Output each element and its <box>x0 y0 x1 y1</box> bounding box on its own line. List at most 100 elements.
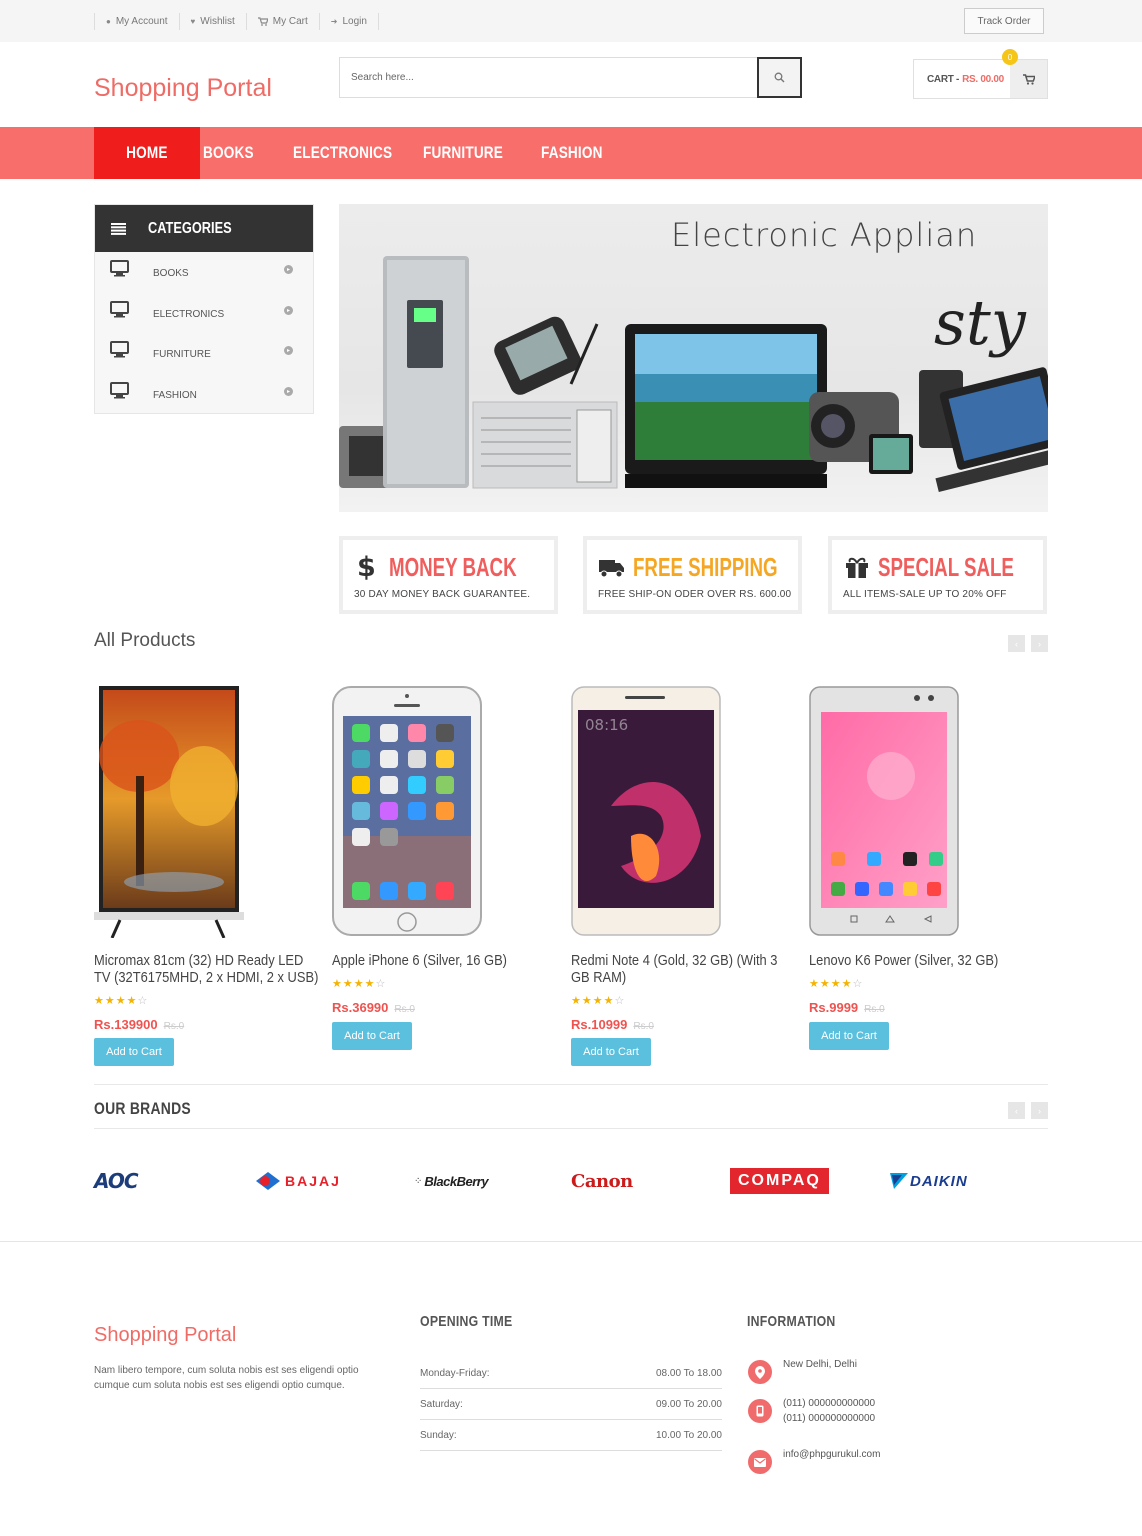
blackberry-mark-icon: ⁘ <box>414 1175 423 1187</box>
product-rating: ★★★★☆ <box>94 995 149 1007</box>
desktop-icon <box>110 341 129 358</box>
categories-title: CATEGORIES <box>148 219 232 237</box>
footer-logo[interactable]: Shopping Portal <box>94 1324 236 1347</box>
cart-amount: RS. 00.00 <box>962 73 1004 85</box>
feature-subtitle: FREE SHIP-ON ODER OVER RS. 600.00 <box>598 589 792 600</box>
product-price: Rs.139900 Rs.0 <box>94 1017 185 1032</box>
add-to-cart-button[interactable]: Add to Cart <box>332 1022 412 1050</box>
brand-logo-bajaj[interactable]: BAJAJ <box>254 1166 341 1196</box>
chevron-right-icon: ▸ <box>284 346 293 355</box>
all-products-title: All Products <box>94 630 196 651</box>
top-bar: ● My Account ♥ Wishlist My Cart ➜ Login … <box>0 0 1142 42</box>
product-rating: ★★★★☆ <box>809 978 864 990</box>
category-label: ELECTRONICS <box>153 308 225 320</box>
brand-logo-canon[interactable]: Canon <box>571 1166 633 1196</box>
hero-banner[interactable]: Electronic Applian sty <box>339 204 1048 512</box>
top-links: ● My Account ♥ Wishlist My Cart ➜ Login <box>94 13 379 30</box>
dollar-icon: $ <box>357 552 376 580</box>
header-cart[interactable]: CART - RS. 00.00 <box>913 59 1048 99</box>
product-price: Rs.9999 Rs.0 <box>809 1000 885 1015</box>
nav-fashion[interactable]: FASHION <box>541 127 603 179</box>
prev-arrow-icon[interactable]: ‹ <box>1008 635 1025 652</box>
category-item-furniture[interactable]: FURNITURE ▸ <box>95 333 313 374</box>
category-item-electronics[interactable]: ELECTRONICS ▸ <box>95 293 313 334</box>
feature-subtitle: ALL ITEMS-SALE UP TO 20% OFF <box>843 589 1007 600</box>
brand-logo-daikin[interactable]: DAIKIN <box>890 1166 968 1196</box>
hours-row: Sunday: 10.00 To 20.00 <box>420 1420 722 1451</box>
prev-arrow-icon[interactable]: ‹ <box>1008 1102 1025 1119</box>
brand-logo-compaq[interactable]: COMPAQ <box>730 1166 829 1196</box>
footer-divider <box>0 1241 1142 1242</box>
cart-icon <box>257 17 268 26</box>
product-title[interactable]: Micromax 81cm (32) HD Ready LED TV (32T6… <box>94 952 322 986</box>
product-image-redmi[interactable]: 08:16 <box>571 686 731 938</box>
product-rating: ★★★★☆ <box>332 978 387 990</box>
chevron-right-icon: ▸ <box>284 265 293 274</box>
banner-script-word: sty <box>934 286 1027 359</box>
heart-icon: ♥ <box>190 17 196 26</box>
nav-books[interactable]: BOOKS <box>203 127 254 179</box>
category-label: BOOKS <box>153 268 189 279</box>
brand-logo-aoc[interactable]: AOC <box>94 1166 139 1196</box>
next-arrow-icon[interactable]: › <box>1031 1102 1048 1119</box>
map-marker-icon <box>748 1360 772 1384</box>
divider <box>94 1128 1048 1129</box>
add-to-cart-button[interactable]: Add to Cart <box>94 1038 174 1066</box>
category-item-fashion[interactable]: FASHION ▸ <box>95 374 313 415</box>
truck-icon <box>599 560 624 578</box>
main-nav: HOME BOOKS ELECTRONICS FURNITURE FASHION <box>0 127 1142 179</box>
product-image-lenovo[interactable] <box>809 686 969 938</box>
add-to-cart-button[interactable]: Add to Cart <box>809 1022 889 1050</box>
login-link[interactable]: ➜ Login <box>318 13 379 30</box>
cart-summary: CART - RS. 00.00 <box>914 60 1010 98</box>
cart-icon-box[interactable] <box>1010 60 1047 98</box>
category-item-books[interactable]: BOOKS ▸ <box>95 252 313 293</box>
cart-count-badge: 0 <box>1002 49 1018 65</box>
list-icon <box>111 222 126 235</box>
product-price: Rs.36990 Rs.0 <box>332 1000 415 1015</box>
chevron-right-icon: ▸ <box>284 305 293 315</box>
add-to-cart-button[interactable]: Add to Cart <box>571 1038 651 1066</box>
svg-text:08:16: 08:16 <box>585 716 628 734</box>
product-image-iphone[interactable] <box>332 686 492 938</box>
desktop-icon <box>110 300 129 317</box>
search-icon <box>774 72 785 83</box>
feature-title: SPECIAL SALE <box>878 552 1014 582</box>
brands-title: OUR BRANDS <box>94 1099 191 1118</box>
envelope-icon <box>748 1450 772 1474</box>
desktop-icon <box>110 260 129 277</box>
divider <box>94 1084 1048 1085</box>
my-cart-link[interactable]: My Cart <box>245 13 319 30</box>
desktop-icon <box>110 381 129 398</box>
info-address: New Delhi, Delhi <box>748 1359 857 1384</box>
feature-title: MONEY BACK <box>389 552 517 582</box>
feature-special-sale: SPECIAL SALE ALL ITEMS-SALE UP TO 20% OF… <box>828 536 1047 614</box>
track-order-button[interactable]: Track Order <box>964 8 1044 34</box>
nav-electronics[interactable]: ELECTRONICS <box>293 127 392 179</box>
gift-icon <box>846 557 868 578</box>
my-account-link[interactable]: ● My Account <box>94 13 179 30</box>
brands-pager: ‹ › <box>1008 1102 1048 1119</box>
wishlist-link[interactable]: ♥ Wishlist <box>178 13 246 30</box>
nav-home[interactable]: HOME <box>94 127 200 179</box>
next-arrow-icon[interactable]: › <box>1031 635 1048 652</box>
search-input[interactable] <box>340 58 757 97</box>
feature-money-back: $ MONEY BACK 30 DAY MONEY BACK GUARANTEE… <box>339 536 558 614</box>
cart-label: CART - <box>927 73 960 85</box>
product-title[interactable]: Apple iPhone 6 (Silver, 16 GB) <box>332 952 560 969</box>
site-logo[interactable]: Shopping Portal <box>94 74 272 103</box>
product-title[interactable]: Lenovo K6 Power (Silver, 32 GB) <box>809 952 1037 969</box>
opening-time-title: OPENING TIME <box>420 1313 513 1330</box>
nav-furniture[interactable]: FURNITURE <box>423 127 503 179</box>
category-label: FASHION <box>153 389 197 401</box>
product-image-tv[interactable] <box>94 686 254 938</box>
search-button[interactable] <box>757 57 802 98</box>
brand-logo-blackberry[interactable]: ⁘ BlackBerry <box>414 1166 489 1196</box>
product-title[interactable]: Redmi Note 4 (Gold, 32 GB) (With 3 GB RA… <box>571 952 799 986</box>
categories-panel: CATEGORIES BOOKS ▸ ELECTRONICS ▸ FURNITU… <box>94 204 314 414</box>
categories-header: CATEGORIES <box>95 205 313 252</box>
product-rating: ★★★★☆ <box>571 995 626 1007</box>
products-pager: ‹ › <box>1008 635 1048 652</box>
cart-icon <box>1022 73 1035 85</box>
feature-free-shipping: FREE SHIPPING FREE SHIP-ON ODER OVER RS.… <box>583 536 802 614</box>
